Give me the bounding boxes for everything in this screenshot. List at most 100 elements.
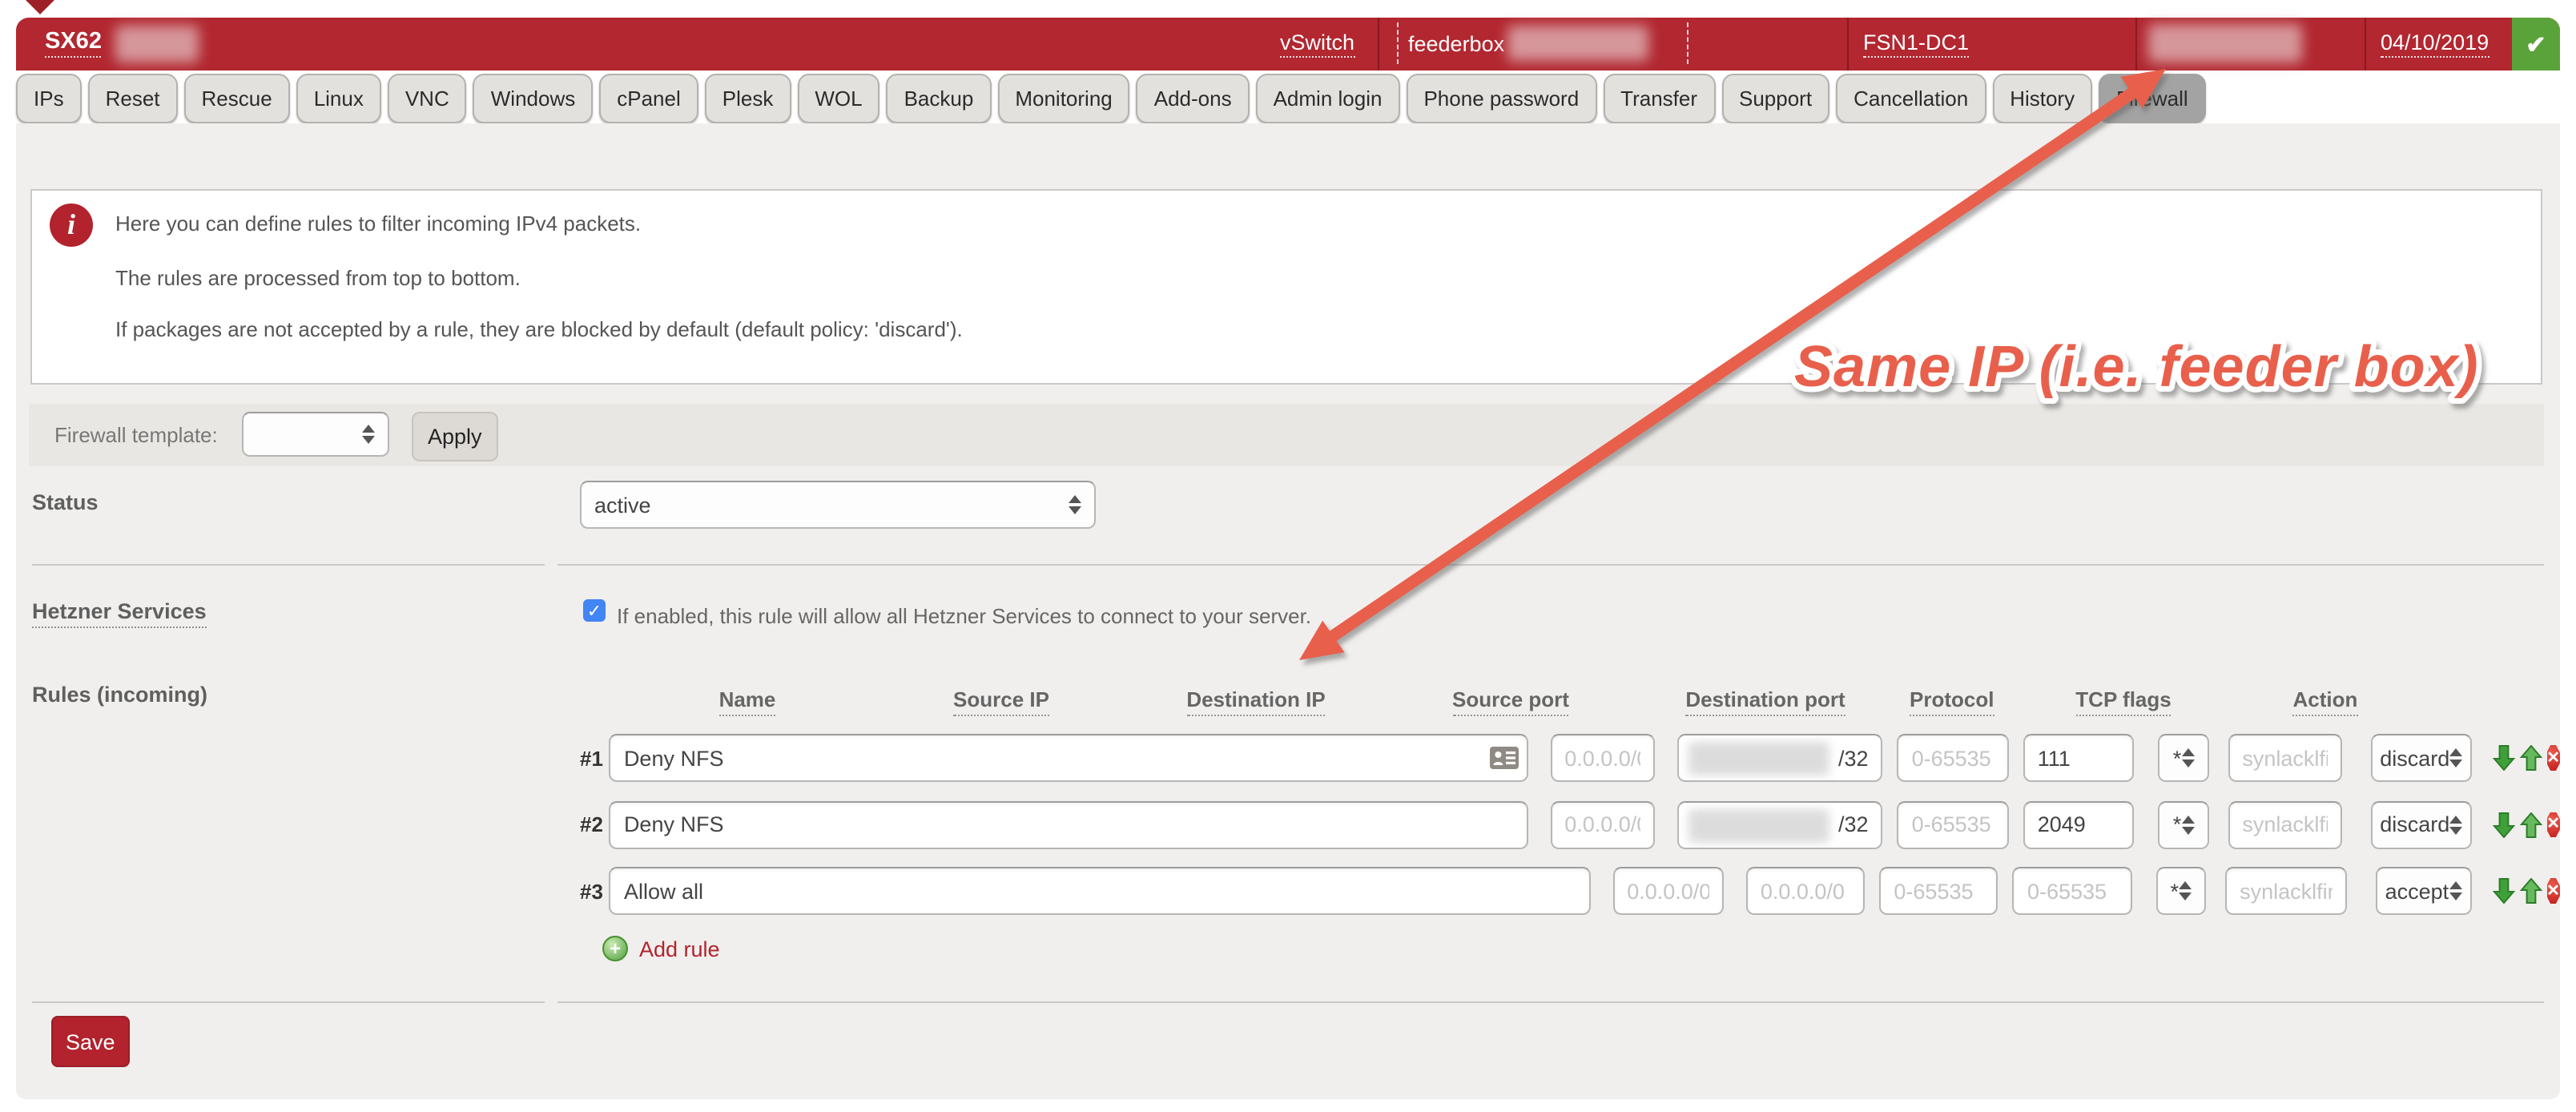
destination-port-input[interactable] bbox=[2023, 800, 2135, 848]
rule-number: #1 bbox=[580, 746, 603, 770]
rule-row-2: #2 /32 * bbox=[580, 800, 2560, 848]
divider bbox=[32, 564, 545, 566]
tab-transfer[interactable]: Transfer bbox=[1603, 74, 1715, 123]
hetzner-services-checkbox[interactable]: ✓ bbox=[583, 599, 606, 622]
col-name: Name bbox=[628, 687, 867, 711]
protocol-select[interactable]: * bbox=[2156, 867, 2207, 915]
select-arrows-icon bbox=[2181, 815, 2194, 834]
tab-ips[interactable]: IPs bbox=[16, 74, 82, 123]
check-icon: ✔ bbox=[2526, 30, 2546, 58]
rules-section-label: Rules (incoming) bbox=[32, 683, 207, 707]
tab-windows[interactable]: Windows bbox=[473, 74, 594, 123]
rule-number: #3 bbox=[580, 879, 603, 903]
rule-name-input[interactable] bbox=[610, 734, 1527, 782]
tab-admin-login[interactable]: Admin login bbox=[1256, 74, 1400, 123]
status-ok-indicator[interactable]: ✔ bbox=[2512, 18, 2560, 71]
add-rule-button[interactable]: + Add rule bbox=[602, 936, 720, 961]
redacted-destination-ip bbox=[1688, 742, 1829, 776]
vswitch-link[interactable]: vSwitch bbox=[1280, 18, 1354, 71]
action-select[interactable]: discard bbox=[2370, 734, 2471, 782]
delete-rule-icon[interactable]: ✕ bbox=[2546, 745, 2560, 771]
tcp-flags-input[interactable] bbox=[2228, 734, 2341, 782]
status-label: Status bbox=[32, 490, 99, 514]
divider bbox=[32, 1001, 545, 1003]
save-button[interactable]: Save bbox=[51, 1016, 130, 1067]
bar-divider bbox=[1378, 18, 1379, 71]
move-down-icon[interactable] bbox=[2492, 744, 2514, 772]
tab-cancellation[interactable]: Cancellation bbox=[1836, 74, 1986, 123]
source-port-input[interactable] bbox=[1879, 867, 1998, 915]
date-label[interactable]: 04/10/2019 bbox=[2381, 30, 2489, 58]
contact-card-icon bbox=[1489, 747, 1518, 769]
source-port-input[interactable] bbox=[1898, 734, 2009, 782]
tab-plesk[interactable]: Plesk bbox=[705, 74, 791, 123]
server-name-field[interactable]: feederbox bbox=[1397, 22, 1688, 64]
move-up-icon[interactable] bbox=[2519, 811, 2542, 838]
cropped-arrow-icon bbox=[26, 0, 54, 14]
destination-ip-input[interactable]: /32 bbox=[1676, 734, 1883, 782]
tab-firewall[interactable]: Firewall bbox=[2099, 74, 2206, 123]
destination-port-input[interactable] bbox=[2013, 867, 2132, 915]
col-destination-port: Destination port bbox=[1645, 687, 1886, 711]
tcp-flags-input[interactable] bbox=[2225, 867, 2347, 915]
destination-ip-input[interactable] bbox=[1746, 867, 1866, 915]
status-select[interactable]: active bbox=[580, 481, 1096, 529]
source-ip-input[interactable] bbox=[1550, 734, 1654, 782]
protocol-select[interactable]: * bbox=[2159, 734, 2209, 782]
col-destination-ip: Destination IP bbox=[1136, 687, 1376, 711]
tab-rescue[interactable]: Rescue bbox=[184, 74, 290, 123]
source-ip-input[interactable] bbox=[1550, 800, 1654, 848]
rule-name-input[interactable] bbox=[610, 867, 1590, 915]
divider bbox=[557, 564, 2544, 566]
destination-port-input[interactable] bbox=[2023, 734, 2135, 782]
rules-table: Name Source IP Destination IP Source por… bbox=[580, 687, 2560, 933]
tcp-flags-input[interactable] bbox=[2228, 800, 2341, 848]
destination-ip-suffix: /32 bbox=[1838, 746, 1869, 770]
page: SX62 vSwitch feederbox FSN1-DC1 04/10/20… bbox=[0, 0, 2576, 1112]
select-arrows-icon bbox=[2449, 881, 2461, 900]
select-arrows-icon bbox=[2181, 748, 2194, 768]
action-select[interactable]: discard bbox=[2370, 800, 2471, 848]
datacenter-label[interactable]: FSN1-DC1 bbox=[1863, 30, 1969, 58]
col-source-port: Source port bbox=[1391, 687, 1631, 711]
delete-rule-icon[interactable]: ✕ bbox=[2546, 812, 2560, 837]
bar-divider bbox=[2135, 18, 2137, 71]
move-down-icon[interactable] bbox=[2492, 877, 2514, 905]
server-header-bar: SX62 vSwitch feederbox FSN1-DC1 04/10/20… bbox=[16, 18, 2560, 71]
select-arrows-icon bbox=[362, 425, 375, 444]
tab-vnc[interactable]: VNC bbox=[388, 74, 467, 123]
tab-support[interactable]: Support bbox=[1721, 74, 1829, 123]
action-select[interactable]: accept bbox=[2376, 867, 2472, 915]
rule-row-1: #1 /32 bbox=[580, 734, 2560, 782]
tab-cpanel[interactable]: cPanel bbox=[599, 74, 698, 123]
col-protocol: Protocol bbox=[1910, 687, 1982, 711]
tab-history[interactable]: History bbox=[1992, 74, 2092, 123]
move-down-icon[interactable] bbox=[2492, 811, 2514, 838]
move-up-icon[interactable] bbox=[2519, 744, 2542, 772]
select-arrows-icon bbox=[1069, 495, 1081, 514]
move-up-icon[interactable] bbox=[2519, 877, 2542, 905]
tab-wol[interactable]: WOL bbox=[797, 74, 879, 123]
rule-name-input[interactable] bbox=[610, 800, 1527, 848]
tab-phone-password[interactable]: Phone password bbox=[1406, 74, 1596, 123]
protocol-select[interactable]: * bbox=[2159, 800, 2209, 848]
tab-linux[interactable]: Linux bbox=[296, 74, 381, 123]
firewall-template-row: Firewall template: Apply bbox=[29, 404, 2544, 466]
destination-ip-input[interactable]: /32 bbox=[1676, 800, 1883, 848]
apply-button[interactable]: Apply bbox=[412, 412, 498, 461]
source-ip-input[interactable] bbox=[1612, 867, 1724, 915]
server-model-label[interactable]: SX62 bbox=[45, 30, 102, 58]
firewall-template-select[interactable] bbox=[242, 412, 389, 457]
tab-reset[interactable]: Reset bbox=[88, 74, 178, 123]
delete-rule-icon[interactable]: ✕ bbox=[2546, 878, 2560, 904]
source-port-input[interactable] bbox=[1898, 800, 2009, 848]
tab-backup[interactable]: Backup bbox=[887, 74, 992, 123]
hetzner-services-label: Hetzner Services bbox=[32, 598, 207, 627]
bar-divider bbox=[1847, 18, 1849, 71]
tab-addons[interactable]: Add-ons bbox=[1137, 74, 1250, 123]
tab-monitoring[interactable]: Monitoring bbox=[997, 74, 1129, 123]
col-action: Action bbox=[2275, 687, 2376, 711]
info-box: i Here you can define rules to filter in… bbox=[30, 189, 2542, 385]
add-rule-label: Add rule bbox=[639, 937, 720, 961]
redacted-feederbox-name bbox=[1507, 26, 1648, 61]
